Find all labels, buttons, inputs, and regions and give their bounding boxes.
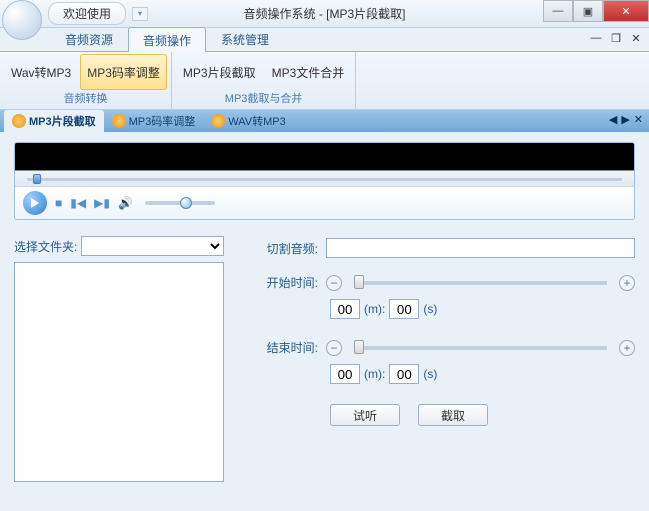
menu-tab-system[interactable]: 系统管理 xyxy=(206,26,284,51)
slider-thumb[interactable] xyxy=(354,340,364,354)
ribbon-group-label: MP3截取与合并 xyxy=(225,90,303,107)
mdi-close-button[interactable]: ✕ xyxy=(629,32,643,46)
content: ■ ▮◀ ▶▮ 🔊 选择文件夹: 切割音频: 开始时间: − xyxy=(0,132,649,492)
start-time-slider[interactable] xyxy=(354,281,607,285)
seek-bar[interactable] xyxy=(15,171,634,187)
tab-next-button[interactable]: ▶ xyxy=(621,113,629,126)
slider-thumb[interactable] xyxy=(354,275,364,289)
file-listbox[interactable] xyxy=(14,262,224,482)
mdi-controls: — ❐ ✕ xyxy=(589,32,643,46)
menu-tab-operations[interactable]: 音频操作 xyxy=(128,27,206,52)
left-column: 选择文件夹: xyxy=(14,236,224,482)
subtab-label: MP3片段截取 xyxy=(29,113,96,129)
cut-audio-input[interactable] xyxy=(326,238,635,258)
ribbon-group-convert: Wav转MP3 MP3码率调整 音频转换 xyxy=(0,52,172,109)
subtab-mp3-bitrate[interactable]: MP3码率调整 xyxy=(104,110,204,132)
form-area: 选择文件夹: 切割音频: 开始时间: − + (m): (s) xyxy=(14,236,635,482)
tab-close-button[interactable]: ✕ xyxy=(634,113,643,126)
tab-prev-button[interactable]: ◀ xyxy=(609,113,617,126)
start-second-input[interactable] xyxy=(389,299,419,319)
menu-tab-resources[interactable]: 音频资源 xyxy=(50,26,128,51)
folder-label: 选择文件夹: xyxy=(14,238,77,255)
wav-to-mp3-button[interactable]: Wav转MP3 xyxy=(4,54,78,90)
ribbon-group-label: 音频转换 xyxy=(63,90,107,107)
end-time-slider[interactable] xyxy=(354,346,607,350)
second-unit: (s) xyxy=(423,367,437,381)
next-button[interactable]: ▶▮ xyxy=(94,196,110,210)
volume-slider[interactable] xyxy=(145,201,215,205)
seek-thumb[interactable] xyxy=(33,174,41,184)
right-column: 切割音频: 开始时间: − + (m): (s) 结束时间: − + xyxy=(254,236,635,482)
start-minute-input[interactable] xyxy=(330,299,360,319)
subtab-nav: ◀ ▶ ✕ xyxy=(609,113,643,126)
ribbon-group-cut-merge: MP3片段截取 MP3文件合并 MP3截取与合并 xyxy=(172,52,356,109)
player-display xyxy=(15,143,634,171)
cut-button[interactable]: 截取 xyxy=(418,404,488,426)
folder-select[interactable] xyxy=(81,236,224,256)
minimize-button[interactable]: — xyxy=(543,0,573,22)
subtab-mp3-cut[interactable]: MP3片段截取 xyxy=(4,110,104,132)
second-unit: (s) xyxy=(423,302,437,316)
mdi-minimize-button[interactable]: — xyxy=(589,32,603,46)
range-minus-button[interactable]: − xyxy=(326,340,342,356)
seek-track xyxy=(27,178,622,181)
audio-icon xyxy=(12,114,26,128)
start-time-label: 开始时间: xyxy=(254,274,318,291)
mp3-bitrate-button[interactable]: MP3码率调整 xyxy=(80,54,167,90)
volume-thumb[interactable] xyxy=(180,197,192,209)
cut-audio-label: 切割音频: xyxy=(254,240,318,257)
mp3-merge-button[interactable]: MP3文件合并 xyxy=(265,54,352,90)
titlebar: 欢迎使用 ▾ 音频操作系统 - [MP3片段截取] — ▣ ✕ xyxy=(0,0,649,28)
document-tabs: MP3片段截取 MP3码率调整 WAV转MP3 ◀ ▶ ✕ xyxy=(0,110,649,132)
subtab-label: WAV转MP3 xyxy=(228,113,285,129)
range-plus-button[interactable]: + xyxy=(619,275,635,291)
player-controls: ■ ▮◀ ▶▮ 🔊 xyxy=(15,187,634,219)
title-dropdown[interactable]: ▾ xyxy=(132,7,148,21)
mp3-cut-button[interactable]: MP3片段截取 xyxy=(176,54,263,90)
menubar: 音频资源 音频操作 系统管理 — ❐ ✕ xyxy=(0,28,649,52)
end-time-label: 结束时间: xyxy=(254,339,318,356)
subtab-wav-to-mp3[interactable]: WAV转MP3 xyxy=(203,110,293,132)
minute-unit: (m): xyxy=(364,367,385,381)
maximize-button[interactable]: ▣ xyxy=(573,0,603,22)
stop-button[interactable]: ■ xyxy=(55,196,62,210)
mdi-restore-button[interactable]: ❐ xyxy=(609,32,623,46)
range-minus-button[interactable]: − xyxy=(326,275,342,291)
welcome-pill: 欢迎使用 xyxy=(48,2,126,25)
audio-icon xyxy=(112,114,126,128)
audio-icon xyxy=(211,114,225,128)
volume-icon[interactable]: 🔊 xyxy=(118,196,133,210)
window-controls: — ▣ ✕ xyxy=(543,0,649,22)
window-title: 音频操作系统 - [MP3片段截取] xyxy=(243,5,405,22)
end-minute-input[interactable] xyxy=(330,364,360,384)
range-plus-button[interactable]: + xyxy=(619,340,635,356)
prev-button[interactable]: ▮◀ xyxy=(70,196,86,210)
audio-player: ■ ▮◀ ▶▮ 🔊 xyxy=(14,142,635,220)
play-button[interactable] xyxy=(23,191,47,215)
close-button[interactable]: ✕ xyxy=(603,0,649,22)
end-second-input[interactable] xyxy=(389,364,419,384)
subtab-label: MP3码率调整 xyxy=(129,113,196,129)
preview-button[interactable]: 试听 xyxy=(330,404,400,426)
ribbon: Wav转MP3 MP3码率调整 音频转换 MP3片段截取 MP3文件合并 MP3… xyxy=(0,52,649,110)
minute-unit: (m): xyxy=(364,302,385,316)
app-orb-icon[interactable] xyxy=(2,0,42,40)
